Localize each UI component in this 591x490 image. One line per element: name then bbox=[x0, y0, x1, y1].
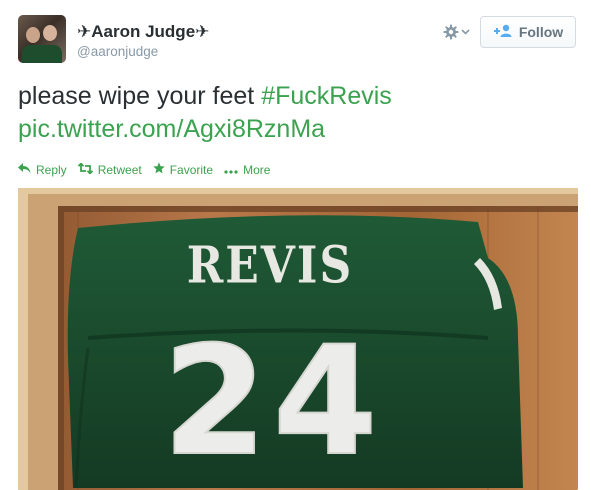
retweet-icon bbox=[77, 161, 93, 177]
reply-icon bbox=[18, 162, 31, 177]
favorite-button[interactable]: Favorite bbox=[152, 162, 214, 177]
star-icon bbox=[152, 162, 165, 177]
user-actions-dropdown[interactable] bbox=[443, 23, 471, 41]
display-name[interactable]: ✈Aaron Judge✈ bbox=[77, 21, 209, 43]
jersey-name-text: REVIS bbox=[187, 235, 354, 295]
photo-scene: REVIS 24 bbox=[18, 188, 578, 490]
follow-label: Follow bbox=[518, 24, 564, 40]
reply-label: Reply bbox=[36, 162, 67, 177]
chevron-down-icon bbox=[461, 29, 470, 35]
jersey-number-text: 24 bbox=[163, 315, 384, 489]
more-dots-icon bbox=[224, 163, 238, 177]
avatar-shirt bbox=[22, 45, 62, 63]
tweet-body: please wipe your feet bbox=[18, 82, 262, 110]
tweet-text: please wipe your feet #FuckRevis pic.twi… bbox=[18, 80, 578, 146]
retweet-button[interactable]: Retweet bbox=[77, 161, 142, 177]
tweet-photo[interactable]: REVIS 24 bbox=[18, 188, 578, 490]
user-block: ✈Aaron Judge✈ @aaronjudge bbox=[77, 21, 209, 61]
reply-button[interactable]: Reply bbox=[18, 162, 67, 177]
add-user-icon bbox=[493, 24, 513, 41]
retweet-label: Retweet bbox=[97, 162, 142, 177]
hashtag-link[interactable]: #FuckRevis bbox=[261, 82, 392, 110]
avatar-face bbox=[26, 27, 40, 43]
follow-button[interactable]: Follow bbox=[480, 16, 576, 48]
gear-icon bbox=[443, 24, 459, 40]
media-link[interactable]: pic.twitter.com/Agxi8RznMa bbox=[18, 115, 325, 143]
username[interactable]: @aaronjudge bbox=[77, 43, 209, 61]
favorite-label: Favorite bbox=[169, 162, 214, 177]
more-button[interactable]: More bbox=[224, 163, 270, 177]
more-label: More bbox=[243, 162, 271, 177]
avatar[interactable] bbox=[18, 15, 66, 63]
tweet-actions: Reply Retweet Favorite More bbox=[18, 161, 270, 177]
avatar-face bbox=[43, 25, 57, 41]
